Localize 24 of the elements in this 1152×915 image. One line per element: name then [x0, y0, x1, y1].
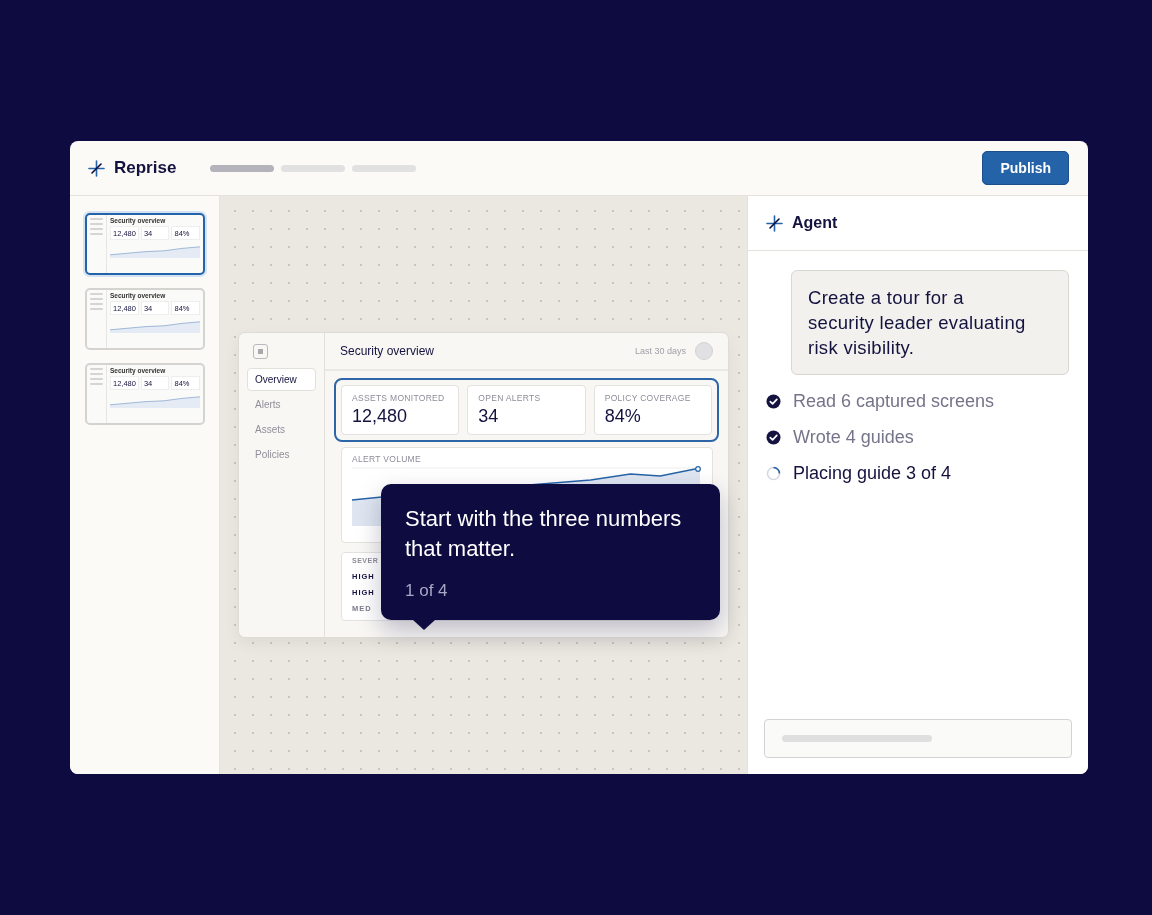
metric-label: OPEN ALERTS — [478, 393, 542, 403]
metric-label: POLICY COVERAGE — [604, 393, 692, 403]
panel-title: Agent — [792, 214, 838, 232]
page-title: Security overview — [340, 344, 435, 358]
app-name: Reprise — [114, 158, 177, 178]
metric-value: 34 — [478, 406, 500, 427]
nav-item[interactable]: Overview — [247, 368, 316, 391]
metric-label: ASSETS MONITORED — [352, 393, 446, 403]
input-field[interactable] — [764, 719, 1072, 758]
status-text: Placing guide 3 of 4 — [793, 463, 952, 484]
chat-message: Create a tour for a security leader evaluating risk visibility. — [791, 270, 1069, 375]
metric-value: 84% — [604, 406, 642, 427]
publish-button[interactable]: Publish — [982, 151, 1069, 185]
date-range: Last 30 days — [634, 346, 686, 356]
sparkle-icon — [88, 159, 105, 177]
tooltip-text: Start with the three numbers that matter. — [405, 505, 683, 563]
status-text: Wrote 4 guides — [793, 427, 914, 448]
step-counter: 1 of 4 — [405, 581, 449, 601]
sparkle-icon — [766, 214, 783, 232]
status-text: Read 6 captured screens — [793, 391, 995, 412]
metric-value: 12,480 — [352, 406, 409, 427]
avatar — [695, 342, 713, 360]
chart-title: ALERT VOLUME — [352, 454, 422, 464]
app-logo-icon — [253, 344, 268, 359]
